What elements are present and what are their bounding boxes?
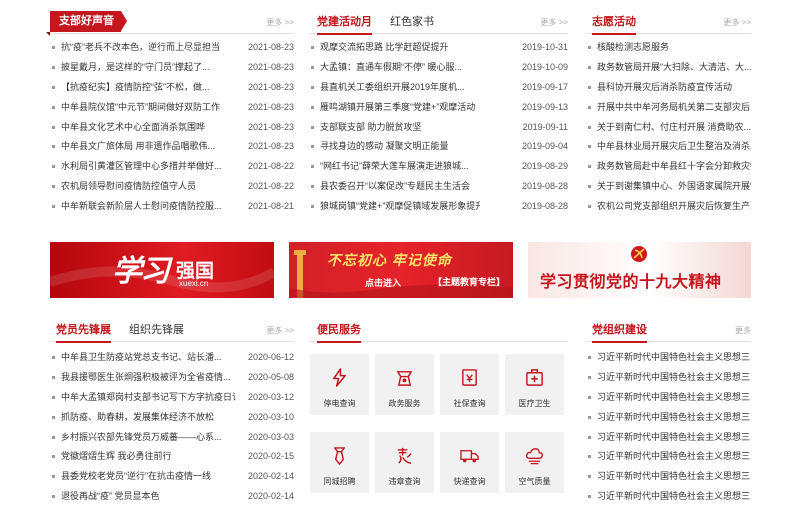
list-item[interactable]: 习近平新时代中国特色社会主义思想三... (586, 487, 751, 505)
list-item[interactable]: 中牟县卫生防疫站党总支书记、站长潘... 2020-06-12 (50, 348, 294, 368)
list-item[interactable]: 县委党校老党员“逆行”在抗击疫情一线 2020-02-14 (50, 467, 294, 487)
banner-xuexi-script: 学习 (112, 254, 170, 289)
panel-header: 志愿活动 更多 >> (586, 10, 751, 35)
list-item[interactable]: 农机局领导慰问疫情防控值守人员 2021-08-22 (50, 177, 294, 197)
list-item[interactable]: 披星戴月，是这样的“守门员”撑起了... 2021-08-23 (50, 58, 294, 78)
list-item[interactable]: 狼城岗镇“党建+”观摩促镇域发展形象提升 2019-08-28 (309, 197, 568, 217)
list-item[interactable]: 县科协开展灾后消杀防疫宣传活动 (586, 78, 751, 98)
list-item[interactable]: 习近平新时代中国特色社会主义思想三... (586, 428, 751, 448)
banner-column-tag: 【主题教育专栏】 (433, 277, 506, 287)
service-power-outage[interactable]: 停电查询 (310, 354, 369, 415)
service-medical[interactable]: 医疗卫生 (505, 354, 564, 415)
list-item[interactable]: 习近平新时代中国特色社会主义思想三... (586, 388, 751, 408)
banner-xuexi-qiangguo[interactable]: 学习 强国 xuexi.cn (50, 242, 274, 298)
service-government[interactable]: 政务服务 (375, 354, 434, 415)
tab-member-pioneer[interactable]: 党员先锋展 (56, 320, 111, 343)
list-item[interactable]: 大孟镇：直通车假期“不停” 暖心服... 2019-10-09 (309, 58, 568, 78)
list-item[interactable]: 中牟新联会新阶层人士慰问疫情防控服... 2021-08-21 (50, 197, 294, 217)
banner-xuexi-url: xuexi.cn (179, 279, 209, 288)
panel-volunteer: 志愿活动 更多 >> 核酸检测志愿服务 政务数管局开展“大扫除、大清洁、大...… (586, 10, 751, 217)
tab-convenience-services[interactable]: 便民服务 (317, 320, 361, 343)
list-item[interactable]: 习近平新时代中国特色社会主义思想三... (586, 467, 751, 487)
list-item[interactable]: 农机公司党支部组织开展灾后恢复生产... (586, 197, 751, 217)
list-item[interactable]: 中牟县院仪馆“中元节”期间做好双防工作 2021-08-23 (50, 98, 294, 118)
banner-enter-link: 点击进入 (365, 278, 402, 288)
list-item[interactable]: 核酸检测志愿服务 (586, 38, 751, 58)
banner-nineteenth-congress[interactable]: 学习贯彻党的十九大精神 (528, 242, 751, 298)
social-security-icon (462, 369, 477, 386)
list-item[interactable]: 寻找身边的感动 凝聚文明正能量 2019-09-04 (309, 137, 568, 157)
list-item[interactable]: 水利局引黄灌区管理中心多措并举做好... 2021-08-22 (50, 157, 294, 177)
recruitment-icon (334, 447, 345, 465)
list-item[interactable]: 习近平新时代中国特色社会主义思想三... (586, 368, 751, 388)
government-service-icon (396, 371, 413, 386)
banner-slogan: 不忘初心 牢记使命 (327, 252, 452, 268)
panel-header: 党员先锋展 组织先锋展 更多 >> (50, 318, 294, 343)
more-link[interactable]: 更多 >> (266, 325, 294, 336)
panel-convenience-services: 便民服务 (309, 318, 568, 343)
banner-congress-text: 学习贯彻党的十九大精神 (540, 272, 722, 291)
news-list: 抗“疫”老兵不改本色，逆行而上尽显担当 2021-08-23 披星戴月，是这样的“… (50, 38, 294, 217)
panel-branch-voice: 支部好声音 更多 >> 抗“疫”老兵不改本色，逆行而上尽显担当 2021-08-2… (46, 10, 294, 217)
panel-header: 便民服务 (309, 318, 568, 343)
service-traffic-violation[interactable]: 违章查询 (375, 432, 434, 493)
traffic-violation-icon (397, 447, 412, 464)
more-link[interactable]: 更多 >> (723, 17, 751, 28)
list-item[interactable]: 中牟县文化艺术中心全面消杀氛围哗 2021-08-23 (50, 118, 294, 138)
list-item[interactable]: 习近平新时代中国特色社会主义思想三... (586, 447, 751, 467)
list-item[interactable]: 雁鸣湖镇开展第三季度“党建+”观摩活动 2019-09-13 (309, 98, 568, 118)
news-list: 习近平新时代中国特色社会主义思想三... 习近平新时代中国特色社会主义思想三..… (586, 348, 751, 505)
list-item[interactable]: 抓防疫、助春耕，发展集体经济不放松 2020-03-10 (50, 408, 294, 428)
service-express[interactable]: 快递查询 (440, 432, 499, 493)
list-item[interactable]: 抗“疫”老兵不改本色，逆行而上尽显担当 2021-08-23 (50, 38, 294, 58)
tab-red-letters[interactable]: 红色家书 (390, 12, 434, 32)
list-item[interactable]: 习近平新时代中国特色社会主义思想三... (586, 408, 751, 428)
list-item[interactable]: 县农委召开“以案促改”专题民主生活会 2019-08-28 (309, 177, 568, 197)
list-item[interactable]: “网红书记”薛荣大莲车展演走进狼城... 2019-08-29 (309, 157, 568, 177)
panel-party-activity: 党建活动月 红色家书 更多 >> 观摩交流拓思路 比学赶超促提升 2019-10-… (309, 10, 568, 217)
list-item[interactable]: 习近平新时代中国特色社会主义思想三... (586, 348, 751, 368)
list-item[interactable]: 【抗疫纪实】疫情防控“弦”不松，做... 2021-08-23 (50, 78, 294, 98)
list-item[interactable]: 中牟县文广旅体局 用非遗作品唱歌伟... 2021-08-23 (50, 137, 294, 157)
power-icon (333, 368, 346, 387)
tab-party-activity-month[interactable]: 党建活动月 (317, 12, 372, 35)
tab-volunteer[interactable]: 志愿活动 (592, 12, 636, 35)
panel-header: 党建活动月 红色家书 更多 >> (309, 10, 568, 35)
list-item[interactable]: 支部联支部 助力脱贫攻坚 2019-09-11 (309, 118, 568, 138)
panel-header: 党组织建设 更多 (586, 318, 751, 343)
list-item[interactable]: 退役再战“疫” 党员显本色 2020-02-14 (50, 487, 294, 505)
express-truck-icon (460, 450, 479, 463)
service-social-security[interactable]: 社保查询 (440, 354, 499, 415)
panel-header: 支部好声音 更多 >> (46, 10, 294, 36)
list-item[interactable]: 党徽熠熠生辉 我必勇往前行 2020-02-15 (50, 447, 294, 467)
news-list: 观摩交流拓思路 比学赶超促提升 2019-10-31 大孟镇：直通车假期“不停” … (309, 38, 568, 217)
service-recruitment[interactable]: 同城招聘 (310, 432, 369, 493)
panel-party-organization: 党组织建设 更多 习近平新时代中国特色社会主义思想三... 习近平新时代中国特色… (586, 318, 751, 505)
news-list: 中牟县卫生防疫站党总支书记、站长潘... 2020-06-12 我县援鄂医生张炯强… (50, 348, 294, 505)
list-item[interactable]: 政务数管局赴中牟县红十字会分卸救灾物... (586, 157, 751, 177)
banner-theme-education[interactable]: 不忘初心 牢记使命 点击进入 【主题教育专栏】 (289, 242, 513, 298)
list-item[interactable]: 我县援鄂医生张炯强积极被评为全省疫情... 2020-05-08 (50, 368, 294, 388)
service-grid: 停电查询 政务服务 社保查询 医疗卫生 同城招聘 违章查询 快递查询 空气质量 (310, 354, 564, 502)
list-item[interactable]: 县直机关工委组织开展2019年度机... 2019-09-17 (309, 78, 568, 98)
service-air-quality[interactable]: 空气质量 (505, 432, 564, 493)
list-item[interactable]: 中牟县林业局开展灾后卫生整治及消杀... (586, 137, 751, 157)
list-item[interactable]: 中牟大孟镇郑岗村支部书记写下方字抗疫日记 2020-03-12 (50, 388, 294, 408)
more-link[interactable]: 更多 >> (266, 17, 294, 28)
list-item[interactable]: 乡村振兴农部先锋党员万威蕃——心系... 2020-03-03 (50, 428, 294, 448)
more-link[interactable]: 更多 (735, 325, 751, 336)
news-list: 核酸检测志愿服务 政务数管局开展“大扫除、大清洁、大... 县科协开展灾后消杀防… (586, 38, 751, 217)
panel-pioneer: 党员先锋展 组织先锋展 更多 >> 中牟县卫生防疫站党总支书记、站长潘... 20… (50, 318, 294, 505)
more-link[interactable]: 更多 >> (540, 17, 568, 28)
list-item[interactable]: 关于到谢集镇中心、外国语家属院开展“... (586, 177, 751, 197)
air-quality-icon (526, 448, 543, 465)
list-item[interactable]: 观摩交流拓思路 比学赶超促提升 2019-10-31 (309, 38, 568, 58)
tab-party-organization[interactable]: 党组织建设 (592, 320, 647, 343)
medical-icon (526, 369, 543, 386)
list-item[interactable]: 开展中共中牟河务局机关第二支部灾后... (586, 98, 751, 118)
list-item[interactable]: 政务数管局开展“大扫除、大清洁、大... (586, 58, 751, 78)
tab-organization-pioneer[interactable]: 组织先锋展 (129, 320, 184, 340)
list-item[interactable]: 关于到南仁村、付庄村开展 消费助农... (586, 118, 751, 138)
tab-branch-voice[interactable]: 支部好声音 (46, 11, 127, 36)
